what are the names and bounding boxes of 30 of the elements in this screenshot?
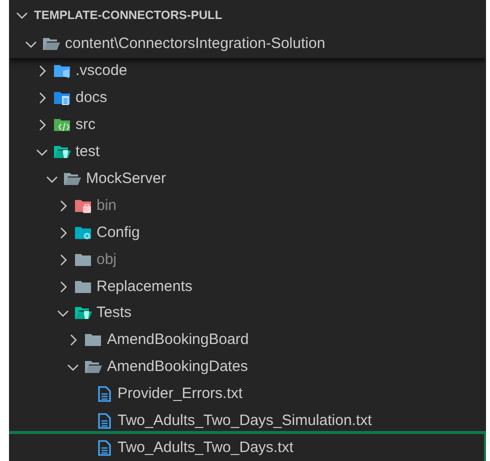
folder-label[interactable]: content\ConnectorsIntegration-Solution <box>65 34 326 54</box>
folder-label[interactable]: Config <box>96 222 140 243</box>
folder-icon <box>84 332 102 348</box>
folder-label[interactable]: AmendBookingBoard <box>107 330 249 350</box>
file-label[interactable]: Two_Adults_Two_Days_Simulation.txt <box>118 411 372 432</box>
flask-folder-icon <box>74 305 92 322</box>
folder-label[interactable]: docs <box>76 88 108 108</box>
folder-icon <box>42 36 60 52</box>
folder-icon <box>74 278 92 295</box>
folder-label[interactable]: obj <box>96 250 117 270</box>
folder-label[interactable]: AmendBookingDates <box>107 357 248 378</box>
document-folder-icon <box>52 90 70 106</box>
gear-folder-icon <box>74 224 92 241</box>
bag-folder-icon <box>74 198 92 214</box>
file-label[interactable]: Provider_Errors.txt <box>118 384 243 404</box>
workspace-title[interactable]: TEMPLATE-CONNECTORS-PULL <box>34 6 222 24</box>
folder-label[interactable]: Replacements <box>96 276 192 297</box>
folder-icon <box>63 171 81 187</box>
folder-icon <box>84 359 102 376</box>
folder-icon <box>74 252 92 268</box>
file-label[interactable]: Two_Adults_Two_Days.txt <box>118 438 294 458</box>
folder-label[interactable]: test <box>76 142 100 162</box>
code-folder-icon <box>52 117 70 134</box>
folder-label[interactable]: MockServer <box>86 169 166 189</box>
folder-label[interactable]: Tests <box>96 303 132 324</box>
folder-label[interactable]: src <box>76 115 96 136</box>
flask-folder-icon <box>52 144 70 160</box>
folder-label[interactable]: .vscode <box>76 61 128 82</box>
folder-icon <box>52 63 70 80</box>
folder-label[interactable]: bin <box>96 196 117 216</box>
